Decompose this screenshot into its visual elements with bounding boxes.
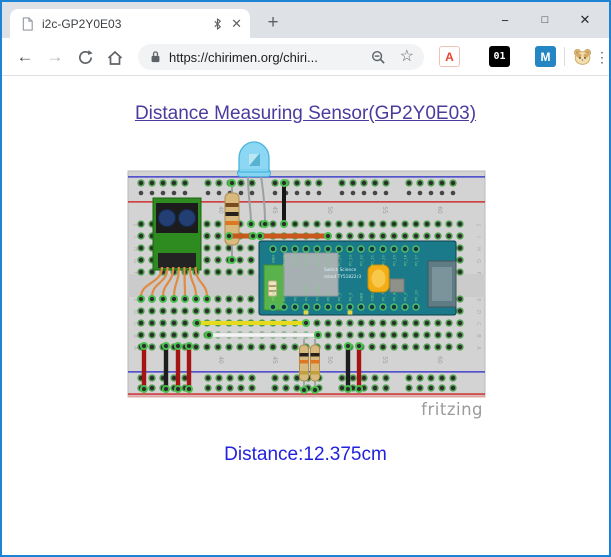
svg-text:D: D	[132, 310, 138, 314]
svg-text:P0_30: P0_30	[271, 289, 275, 301]
extension-m-icon[interactable]: M	[535, 46, 556, 67]
svg-text:P0_27: P0_27	[304, 255, 308, 266]
svg-text:P0_3/SDA: P0_3/SDA	[315, 283, 319, 301]
svg-text:P0_1: P0_1	[293, 292, 297, 301]
bluetooth-icon[interactable]	[212, 17, 223, 31]
svg-text:D: D	[475, 310, 481, 314]
svg-text:P0_0: P0_0	[282, 292, 286, 301]
svg-text:P0_5: P0_5	[337, 292, 341, 301]
svg-text:B: B	[132, 334, 138, 338]
page-content: Distance Measuring Sensor(GP2Y0E03) 40 40…	[2, 76, 609, 554]
svg-text:P0_2/SCL: P0_2/SCL	[304, 284, 308, 301]
svg-text:40: 40	[217, 206, 224, 214]
svg-text:P0_7: P0_7	[381, 292, 385, 301]
svg-text:P0_25: P0_25	[326, 255, 330, 266]
svg-text:B: B	[475, 334, 481, 338]
tab-title: i2c-GP2Y0E03	[42, 17, 208, 31]
extension-01-icon[interactable]: 01	[489, 46, 510, 67]
svg-text:P0_17: P0_17	[414, 255, 418, 266]
svg-text:45: 45	[271, 206, 278, 214]
svg-text:Switch Science: Switch Science	[324, 267, 357, 273]
svg-text:mbed TY51822r3: mbed TY51822r3	[324, 274, 361, 280]
minimize-button[interactable]: −	[485, 2, 525, 38]
svg-text:P0_20: P0_20	[381, 254, 385, 266]
home-icon[interactable]	[103, 45, 127, 69]
svg-text:J: J	[475, 223, 481, 225]
svg-text:P0_22: P0_22	[359, 255, 363, 266]
svg-text:I: I	[475, 236, 481, 237]
svg-text:F: F	[475, 272, 481, 275]
mcu-board-mbed-ty51822r3: Switch Sciencembed TY51822r3 GND P0_30 P0_2…	[259, 241, 456, 315]
svg-text:C: C	[475, 322, 481, 326]
lock-icon[interactable]	[150, 50, 161, 64]
zoom-out-icon[interactable]	[371, 50, 386, 65]
back-button[interactable]: ←	[13, 45, 37, 69]
jumper-orange-bars	[225, 233, 330, 239]
svg-text:P0_19: P0_19	[392, 254, 396, 266]
fritzing-breadboard-figure: 40404545505055556060JJIIHHGGFFEEDDCCBBAA…	[121, 134, 491, 424]
address-bar[interactable]: https://chirimen.org/chiri... ☆	[138, 44, 424, 70]
svg-text:P0_9: P0_9	[403, 292, 407, 301]
new-tab-button[interactable]: +	[260, 10, 286, 36]
svg-text:40: 40	[217, 356, 224, 364]
toolbar-separator	[564, 47, 565, 66]
svg-text:P0_24: P0_24	[337, 254, 341, 266]
svg-text:J: J	[132, 223, 138, 225]
maximize-button[interactable]: □	[525, 2, 565, 38]
wire-white	[205, 332, 320, 338]
tab-close-icon[interactable]: ✕	[231, 16, 242, 32]
svg-text:50: 50	[326, 206, 333, 214]
svg-text:P0_10: P0_10	[414, 289, 418, 301]
browser-toolbar: ← → https://chirimen.org/chiri... ☆ A 01…	[2, 38, 609, 76]
svg-text:C: C	[132, 322, 138, 326]
browser-menu-icon[interactable]: ⋮	[594, 45, 610, 69]
svg-text:G: G	[475, 259, 481, 263]
page-favicon-icon	[22, 17, 34, 31]
svg-text:VDD: VDD	[370, 293, 374, 301]
svg-text:E: E	[475, 298, 481, 301]
svg-text:P0_6: P0_6	[348, 292, 352, 301]
svg-text:P0_23: P0_23	[348, 255, 352, 266]
svg-text:P0_18: P0_18	[403, 254, 407, 266]
forward-button[interactable]: →	[43, 45, 67, 69]
extension-pdf-icon[interactable]: A	[439, 46, 460, 67]
svg-text:A: A	[475, 346, 481, 350]
url-text[interactable]: https://chirimen.org/chiri...	[169, 50, 371, 65]
page-heading-link[interactable]: Distance Measuring Sensor(GP2Y0E03)	[135, 103, 476, 124]
svg-text:60: 60	[436, 356, 443, 364]
svg-text:50: 50	[326, 356, 333, 364]
svg-text:P0_4: P0_4	[326, 292, 330, 301]
svg-text:H: H	[475, 247, 481, 251]
svg-text:H: H	[132, 247, 138, 251]
svg-text:P0_21: P0_21	[370, 255, 374, 266]
reload-icon[interactable]	[73, 45, 97, 69]
extension-hamster-icon[interactable]	[572, 46, 593, 67]
svg-text:P0_29: P0_29	[282, 254, 286, 266]
svg-text:A: A	[132, 346, 138, 350]
svg-text:P0_8: P0_8	[392, 292, 396, 301]
svg-text:P0_26: P0_26	[315, 254, 319, 266]
browser-window: i2c-GP2Y0E03 ✕ + − □ ✕ ← → https://chiri…	[0, 0, 611, 557]
svg-text:I: I	[132, 236, 138, 237]
distance-reading: Distance:12.375cm	[2, 444, 609, 466]
close-button[interactable]: ✕	[565, 2, 605, 38]
fritzing-watermark: fritzing	[421, 400, 483, 419]
svg-text:P0_28: P0_28	[293, 254, 297, 266]
browser-tab[interactable]: i2c-GP2Y0E03 ✕	[10, 9, 250, 38]
title-bar: i2c-GP2Y0E03 ✕ + − □ ✕	[2, 2, 609, 38]
svg-text:F: F	[132, 272, 138, 275]
svg-text:GND: GND	[271, 255, 275, 263]
svg-text:G: G	[132, 259, 138, 263]
bookmark-star-icon[interactable]: ☆	[400, 49, 414, 65]
svg-text:60: 60	[436, 206, 443, 214]
svg-text:55: 55	[381, 206, 388, 214]
svg-text:45: 45	[271, 356, 278, 364]
window-controls: − □ ✕	[485, 2, 605, 38]
svg-text:GND: GND	[359, 293, 363, 301]
svg-text:55: 55	[381, 356, 388, 364]
